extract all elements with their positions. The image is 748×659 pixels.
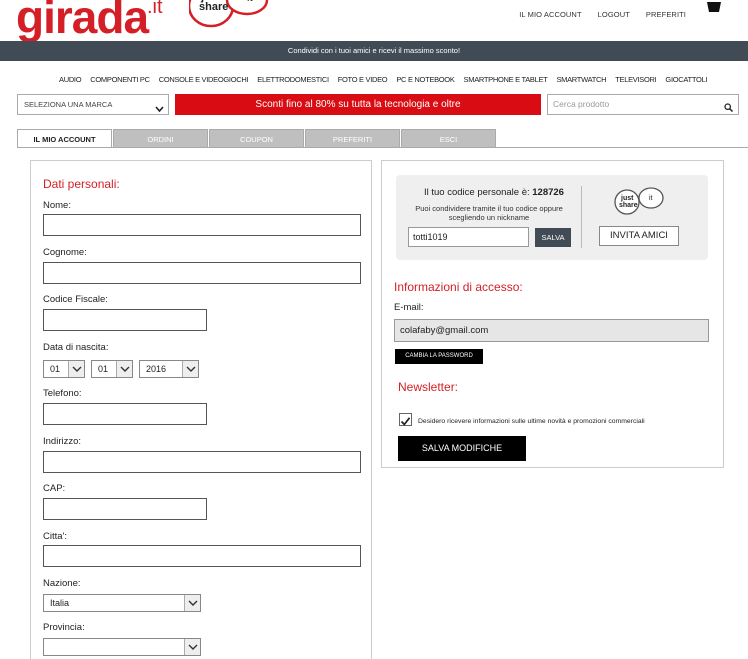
nav-giocattoli[interactable]: GIOCATTOLI: [665, 75, 707, 84]
brand-select-label: SELEZIONA UNA MARCA: [24, 100, 113, 109]
just-share-it-icon: just share it: [612, 186, 668, 220]
save-nickname-button[interactable]: SALVA: [535, 228, 571, 247]
telefono-label: Telefono:: [43, 388, 82, 399]
cap-input[interactable]: [43, 498, 207, 520]
nav-componenti-pc[interactable]: COMPONENTI PC: [90, 75, 150, 84]
birth-year-select[interactable]: 2016: [139, 360, 199, 378]
promo-bar: Condividi con i tuoi amici e ricevi il m…: [0, 41, 748, 61]
newsletter-checkbox-label: Desidero ricevere informazioni sulle ult…: [418, 418, 645, 425]
nickname-input[interactable]: totti1019: [408, 227, 529, 247]
tab-il-mio-account[interactable]: IL MIO ACCOUNT: [17, 129, 112, 148]
tab-coupon[interactable]: COUPON: [209, 129, 304, 148]
nome-label: Nome:: [43, 200, 71, 211]
nav-televisori[interactable]: TELEVISORI: [615, 75, 656, 84]
citta-label: Citta':: [43, 531, 67, 542]
account-link[interactable]: IL MIO ACCOUNT: [519, 10, 581, 19]
nav-console[interactable]: CONSOLE E VIDEOGIOCHI: [159, 75, 249, 84]
svg-text:it: it: [649, 195, 653, 202]
nav-elettrodomestici[interactable]: ELETTRODOMESTICI: [257, 75, 329, 84]
chevron-down-icon: [182, 361, 198, 377]
just-share-it-logo: just share it: [187, 0, 269, 34]
search-placeholder: Cerca prodotto: [553, 99, 610, 109]
invite-friends-button[interactable]: INVITA AMICI: [599, 226, 679, 246]
tab-divider: [17, 147, 748, 148]
chevron-down-icon: [184, 595, 200, 611]
logo-suffix: .it: [147, 0, 163, 18]
code-box-divider: [581, 186, 582, 248]
email-label: E-mail:: [394, 302, 424, 313]
preferiti-link[interactable]: PREFERITI: [646, 10, 686, 19]
brand-select[interactable]: SELEZIONA UNA MARCA: [17, 94, 169, 115]
nav-foto-video[interactable]: FOTO E VIDEO: [338, 75, 388, 84]
chevron-down-icon: [155, 101, 164, 113]
codice-fiscale-label: Codice Fiscale:: [43, 294, 108, 305]
indirizzo-input[interactable]: [43, 451, 361, 473]
telefono-input[interactable]: [43, 403, 207, 425]
personal-code-subtitle: Puoi condividere tramite il tuo codice o…: [415, 204, 563, 222]
save-changes-button[interactable]: SALVA MODIFICHE: [398, 436, 526, 461]
birth-day-select[interactable]: 01: [43, 360, 85, 378]
cognome-input[interactable]: [43, 262, 361, 284]
access-info-title: Informazioni di accesso:: [394, 280, 523, 294]
svg-text:just: just: [620, 195, 634, 202]
provincia-select[interactable]: [43, 638, 201, 656]
birth-day-value: 01: [50, 364, 61, 374]
svg-text:share: share: [619, 202, 638, 209]
logo-bubble-it: it: [247, 0, 253, 4]
code-title-prefix: Il tuo codice personale è:: [424, 187, 533, 198]
search-input[interactable]: Cerca prodotto: [547, 94, 739, 115]
cart-icon[interactable]: [706, 0, 722, 12]
nav-audio[interactable]: AUDIO: [59, 75, 82, 84]
logout-link[interactable]: LOGOUT: [598, 10, 630, 19]
personal-code-value: 128726: [532, 187, 564, 198]
logo-bubble-share: share: [199, 1, 229, 13]
personal-code-title: Il tuo codice personale è: 128726: [424, 187, 564, 198]
nazione-value: Italia: [50, 598, 70, 608]
birth-month-select[interactable]: 01: [91, 360, 133, 378]
account-tabs: IL MIO ACCOUNT ORDINI COUPON PREFERITI E…: [17, 129, 497, 148]
birth-year-value: 2016: [146, 364, 167, 374]
category-nav: AUDIO COMPONENTI PC CONSOLE E VIDEOGIOCH…: [59, 75, 716, 84]
nome-input[interactable]: [43, 214, 361, 236]
provincia-label: Provincia:: [43, 622, 85, 633]
search-icon[interactable]: [724, 100, 734, 113]
newsletter-title: Newsletter:: [398, 380, 459, 394]
top-links: IL MIO ACCOUNT LOGOUT PREFERITI: [503, 10, 686, 19]
nazione-select[interactable]: Italia: [43, 594, 201, 612]
tab-preferiti[interactable]: PREFERITI: [305, 129, 400, 148]
indirizzo-label: Indirizzo:: [43, 436, 82, 447]
email-field[interactable]: colafaby@gmail.com: [394, 319, 709, 342]
nav-smartwatch[interactable]: SMARTWATCH: [556, 75, 606, 84]
cognome-label: Cognome:: [43, 247, 87, 258]
personal-data-title: Dati personali:: [43, 177, 120, 191]
newsletter-checkbox[interactable]: [399, 413, 412, 426]
citta-input[interactable]: [43, 545, 361, 567]
nav-pc-notebook[interactable]: PC E NOTEBOOK: [396, 75, 455, 84]
nascita-label: Data di nascita:: [43, 342, 109, 353]
tab-esci[interactable]: ESCI: [401, 129, 496, 148]
tab-ordini[interactable]: ORDINI: [113, 129, 208, 148]
nazione-label: Nazione:: [43, 578, 81, 589]
nav-smartphone-tablet[interactable]: SMARTPHONE E TABLET: [464, 75, 548, 84]
chevron-down-icon: [184, 639, 200, 655]
chevron-down-icon: [116, 361, 132, 377]
logo-text: girada: [16, 0, 149, 43]
change-password-button[interactable]: CAMBIA LA PASSWORD: [395, 349, 483, 364]
cap-label: CAP:: [43, 483, 66, 494]
codice-fiscale-input[interactable]: [43, 309, 207, 331]
birth-month-value: 01: [98, 364, 109, 374]
chevron-down-icon: [68, 361, 84, 377]
promo-banner[interactable]: Sconti fino al 80% su tutta la tecnologi…: [175, 94, 541, 115]
